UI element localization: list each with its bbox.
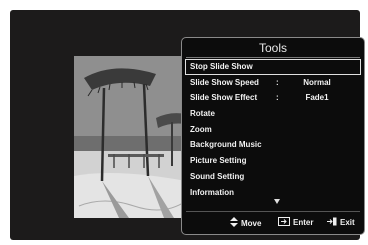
menu-list: Stop Slide Show Slide Show Speed : Norma…	[185, 59, 361, 200]
slideshow-photo	[74, 56, 186, 218]
menu-item-zoom[interactable]: Zoom	[185, 122, 361, 138]
menu-item-background-music[interactable]: Background Music	[185, 137, 361, 153]
menu-item-label: Background Music	[190, 140, 262, 150]
menu-item-stop-slide-show[interactable]: Stop Slide Show	[185, 59, 361, 75]
up-down-arrows-icon	[230, 217, 238, 229]
menu-item-separator: :	[276, 77, 279, 87]
menu-item-label: Sound Setting	[190, 171, 245, 181]
move-hint: Move	[230, 217, 261, 229]
menu-item-slide-show-effect[interactable]: Slide Show Effect : Fade1	[185, 90, 361, 106]
menu-item-separator: :	[276, 93, 279, 103]
scroll-down-arrow-icon[interactable]	[274, 199, 280, 204]
menu-item-slide-show-speed[interactable]: Slide Show Speed : Normal	[185, 75, 361, 91]
tv-screen: Tools Stop Slide Show Slide Show Speed :…	[10, 10, 365, 240]
footer-divider	[186, 211, 360, 212]
menu-title: Tools	[258, 41, 287, 55]
menu-item-sound-setting[interactable]: Sound Setting	[185, 169, 361, 185]
move-label: Move	[241, 218, 262, 228]
menu-item-information[interactable]: Information	[185, 185, 361, 201]
menu-item-rotate[interactable]: Rotate	[185, 106, 361, 122]
enter-label: Enter	[293, 218, 314, 227]
menu-item-value: Fade1	[305, 93, 329, 103]
menu-item-label: Slide Show Speed	[190, 77, 259, 87]
exit-hint: Exit	[327, 217, 355, 228]
menu-item-picture-setting[interactable]: Picture Setting	[185, 153, 361, 169]
menu-item-label: Zoom	[190, 124, 212, 134]
enter-hint: Enter	[278, 217, 313, 228]
menu-item-value: Normal	[303, 77, 331, 87]
menu-item-label: Rotate	[190, 109, 215, 119]
menu-item-label: Information	[190, 187, 234, 197]
enter-icon	[278, 217, 290, 228]
tools-menu: Tools Stop Slide Show Slide Show Speed :…	[181, 37, 365, 235]
menu-item-label: Slide Show Effect	[190, 93, 258, 103]
menu-item-label: Picture Setting	[190, 156, 247, 166]
title-divider	[186, 57, 360, 58]
exit-label: Exit	[340, 218, 355, 227]
menu-item-label: Stop Slide Show	[190, 62, 253, 71]
exit-icon	[327, 217, 337, 228]
